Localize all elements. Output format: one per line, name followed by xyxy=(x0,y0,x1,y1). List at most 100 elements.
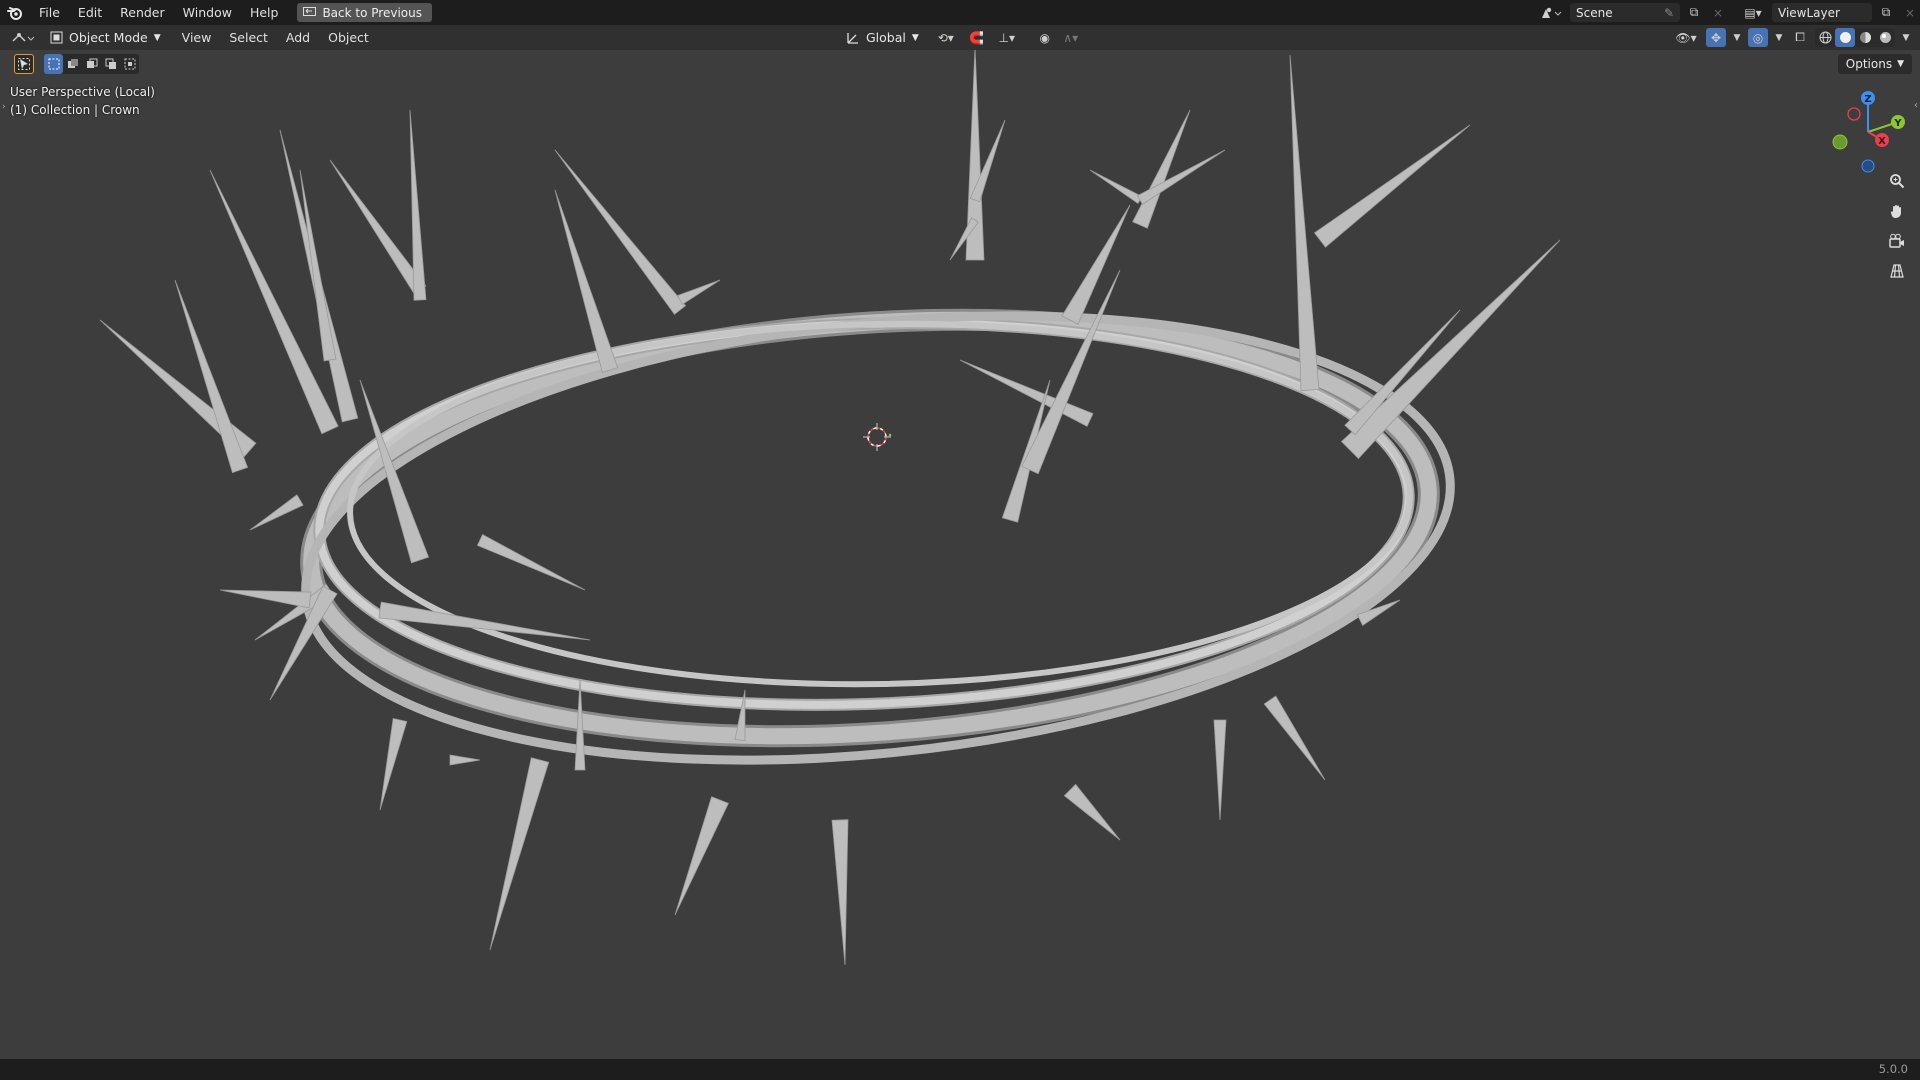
solid-shading-icon[interactable] xyxy=(1835,28,1855,47)
overlays-toggle-icon[interactable]: ◎ xyxy=(1748,28,1768,47)
menu-object[interactable]: Object xyxy=(319,30,378,45)
chevron-down-icon[interactable]: ▼ xyxy=(1773,28,1785,47)
crown-thorn xyxy=(554,149,687,315)
crown-thorn xyxy=(249,494,304,531)
selection-mode-group xyxy=(44,54,139,74)
crown-thorn xyxy=(1213,719,1227,821)
crown-thorn xyxy=(677,279,721,306)
sidebar-toggle-icon[interactable]: ‹ xyxy=(1914,100,1918,111)
scene-type-icon[interactable] xyxy=(1536,3,1566,22)
orientation-icon xyxy=(847,32,858,44)
transform-orientation-dropdown[interactable]: Global ▼ xyxy=(840,28,925,47)
crown-thorn xyxy=(1089,169,1143,205)
view-name-label: User Perspective (Local) xyxy=(10,85,155,99)
new-scene-icon[interactable]: ⧉ xyxy=(1684,3,1704,22)
top-right-controls: Scene ✎ ⧉ × ▤▾ ViewLayer ⧉ × xyxy=(1536,0,1920,25)
crown-thorn xyxy=(299,169,337,362)
visibility-icon[interactable]: 👁▾ xyxy=(1671,28,1701,47)
menu-edit[interactable]: Edit xyxy=(69,0,111,25)
collection-info-label: (1) Collection | Crown xyxy=(10,103,140,117)
status-bar: 5.0.0 xyxy=(0,1059,1920,1080)
back-to-previous-button[interactable]: Back to Previous xyxy=(297,3,432,22)
back-to-previous-label: Back to Previous xyxy=(322,5,422,20)
crown-thorn xyxy=(379,717,408,811)
menu-file[interactable]: File xyxy=(30,0,69,25)
crown-thorn xyxy=(1063,783,1121,841)
editor-type-icon[interactable] xyxy=(6,28,40,47)
pivot-point-icon[interactable]: ⟲▾ xyxy=(931,28,961,47)
select-subtract-icon[interactable] xyxy=(82,54,101,74)
gizmo-x-label: X xyxy=(1878,136,1886,147)
snap-target-icon[interactable]: ⊥▾ xyxy=(993,28,1021,47)
camera-view-icon[interactable] xyxy=(1884,228,1910,254)
gizmo-z-label: Z xyxy=(1864,94,1871,105)
crown-thorn xyxy=(219,589,312,609)
object-mode-dropdown[interactable]: Object Mode ▼ xyxy=(44,28,167,47)
crown-thorn xyxy=(1136,149,1226,205)
delete-view-layer-icon[interactable]: × xyxy=(1900,3,1920,22)
crown-thorn xyxy=(476,534,586,591)
snap-toggle-icon[interactable]: 🧲 xyxy=(967,28,987,47)
proportional-edit-icon[interactable]: ◉ xyxy=(1035,28,1055,47)
object-mode-label: Object Mode xyxy=(69,30,148,45)
menu-render[interactable]: Render xyxy=(111,0,174,25)
crown-thorn xyxy=(1344,309,1461,436)
scene-name: Scene xyxy=(1576,5,1613,20)
3d-cursor-icon xyxy=(863,423,892,451)
object-mode-icon xyxy=(50,31,63,44)
pan-hand-icon[interactable] xyxy=(1884,198,1910,224)
wireframe-shading-icon[interactable] xyxy=(1815,28,1835,47)
xray-toggle-icon[interactable]: ⧠ xyxy=(1790,28,1810,47)
transform-tools: Global ▼ ⟲▾ 🧲 ⊥▾ ◉ ∧▾ xyxy=(836,28,1081,47)
chevron-down-icon: ▼ xyxy=(911,32,919,43)
new-view-layer-icon[interactable]: ⧉ xyxy=(1876,3,1896,22)
select-invert-icon[interactable] xyxy=(101,54,120,74)
expand-arrow-icon[interactable]: › xyxy=(2,102,6,112)
select-extend-icon[interactable] xyxy=(63,54,82,74)
crown-thorn xyxy=(1061,204,1131,325)
select-intersect-icon[interactable] xyxy=(120,54,139,74)
blender-logo-icon[interactable] xyxy=(0,0,30,25)
menu-add[interactable]: Add xyxy=(277,30,319,45)
perspective-toggle-icon[interactable] xyxy=(1884,258,1910,284)
crown-thorn xyxy=(174,279,249,474)
rendered-shading-icon[interactable] xyxy=(1875,28,1895,47)
zoom-icon[interactable] xyxy=(1884,168,1910,194)
pin-icon[interactable]: ✎ xyxy=(1664,6,1674,20)
crown-thorn xyxy=(1289,54,1320,391)
gizmo-toggle-icon[interactable]: ✥ xyxy=(1706,28,1726,47)
menu-view[interactable]: View xyxy=(173,30,221,45)
material-shading-icon[interactable] xyxy=(1855,28,1875,47)
view-layer-type-icon[interactable]: ▤▾ xyxy=(1738,3,1768,22)
view-layer-name: ViewLayer xyxy=(1778,5,1840,20)
crown-thorn xyxy=(674,796,729,916)
shading-mode-group xyxy=(1815,28,1895,47)
crown-of-thorns-mesh[interactable] xyxy=(0,50,1920,1059)
viewport-header: Object Mode ▼ View Select Add Object Glo… xyxy=(0,25,1920,50)
crown-thorn xyxy=(1021,269,1121,475)
3d-viewport[interactable]: Z Y X ‹ xyxy=(0,50,1920,1059)
crown-thorn xyxy=(449,754,481,766)
chevron-down-icon: ▼ xyxy=(1897,59,1904,69)
crown-thorn xyxy=(831,819,849,966)
menu-help[interactable]: Help xyxy=(241,0,288,25)
select-new-icon[interactable] xyxy=(44,54,63,74)
shading-options-chevron-icon[interactable]: ▼ xyxy=(1900,28,1912,47)
falloff-icon[interactable]: ∧▾ xyxy=(1061,28,1081,47)
options-dropdown[interactable]: Options ▼ xyxy=(1837,54,1912,74)
crown-thorn xyxy=(1340,239,1561,460)
select-tool-icon[interactable] xyxy=(14,54,34,74)
menu-window[interactable]: Window xyxy=(174,0,241,25)
transform-orientation-label: Global xyxy=(866,30,906,45)
view-layer-field[interactable]: ViewLayer xyxy=(1772,3,1872,22)
chevron-down-icon[interactable]: ▼ xyxy=(1731,28,1743,47)
crown-thorn xyxy=(1313,124,1471,248)
crown-thorn xyxy=(489,757,550,951)
tool-header: Options ▼ xyxy=(0,50,1920,77)
top-menu-bar: File Edit Render Window Help Back to Pre… xyxy=(0,0,1920,25)
navigation-gizmo[interactable]: Z Y X xyxy=(1822,88,1912,178)
crown-thorn xyxy=(1132,109,1191,229)
delete-scene-icon[interactable]: × xyxy=(1708,3,1728,22)
scene-field[interactable]: Scene ✎ xyxy=(1570,3,1680,22)
menu-select[interactable]: Select xyxy=(220,30,277,45)
